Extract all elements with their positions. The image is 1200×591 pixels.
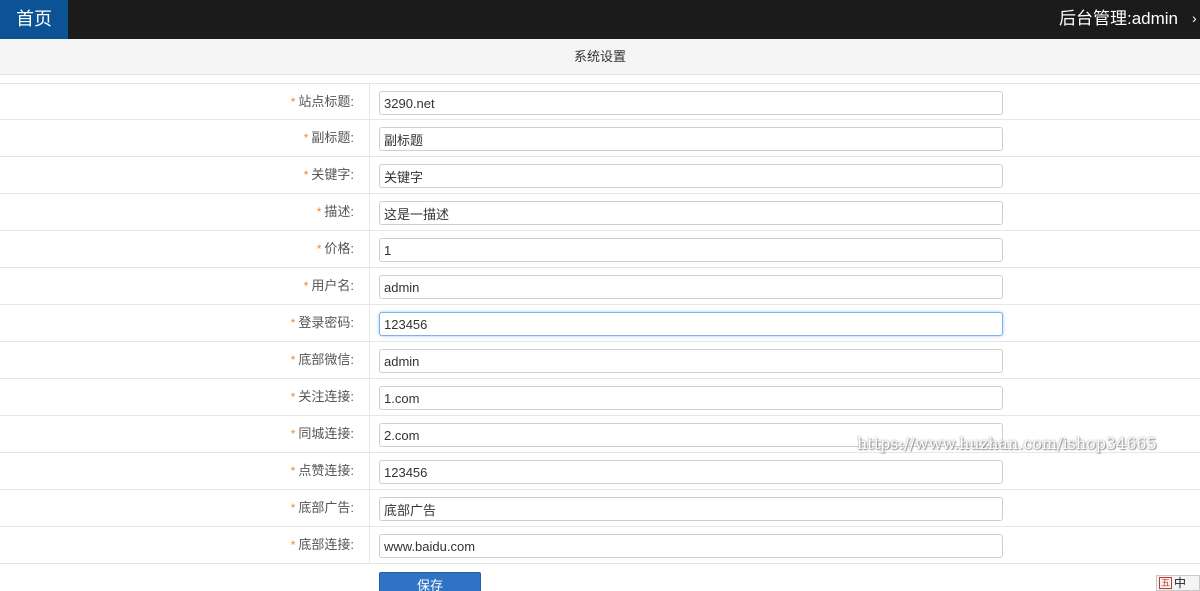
ime-mode-label: 中	[1174, 576, 1187, 590]
form-row-login-password: * 登录密码:	[0, 305, 1200, 342]
field-label-text: 底部广告:	[298, 500, 354, 515]
required-mark: *	[303, 131, 309, 145]
required-mark: *	[290, 316, 296, 330]
home-tab[interactable]: 首页	[0, 0, 68, 39]
field-label-text: 价格:	[324, 241, 354, 256]
field-label-text: 关键字:	[311, 167, 354, 182]
field-label: * 价格:	[317, 231, 354, 267]
form-row-like-link: * 点赞连接:	[0, 453, 1200, 490]
label-cell: * 登录密码:	[0, 305, 370, 341]
field-label-text: 底部微信:	[298, 352, 354, 367]
save-button[interactable]: 保存	[379, 572, 481, 591]
required-mark: *	[290, 390, 296, 404]
required-mark: *	[290, 501, 296, 515]
field-label: * 副标题:	[304, 120, 354, 156]
follow-link-input[interactable]	[379, 386, 1003, 410]
login-password-input[interactable]	[379, 312, 1003, 336]
field-label-text: 副标题:	[311, 130, 354, 145]
label-cell: * 关键字:	[0, 157, 370, 193]
required-mark: *	[316, 205, 322, 219]
label-cell: * 底部广告:	[0, 490, 370, 526]
required-mark: *	[303, 279, 309, 293]
ime-indicator-icon: 五	[1159, 577, 1172, 589]
description-input[interactable]	[379, 201, 1003, 225]
field-label: * 站点标题:	[291, 84, 354, 120]
field-label: * 底部连接:	[291, 527, 354, 563]
label-cell: * 底部微信:	[0, 342, 370, 378]
price-input[interactable]	[379, 238, 1003, 262]
label-cell: * 描述:	[0, 194, 370, 230]
ime-indicator[interactable]: 五中	[1156, 575, 1200, 591]
label-cell: * 关注连接:	[0, 379, 370, 415]
form-row-description: * 描述:	[0, 194, 1200, 231]
field-label: * 描述:	[317, 194, 354, 230]
form-actions: 保存	[0, 566, 1200, 591]
form-row-subtitle: * 副标题:	[0, 120, 1200, 157]
field-label: * 关键字:	[304, 157, 354, 193]
watermark-text: https://www.huzhan.com/ishop34665	[857, 434, 1157, 453]
required-mark: *	[290, 95, 296, 109]
label-cell: * 同城连接:	[0, 416, 370, 452]
label-cell: * 用户名:	[0, 268, 370, 304]
field-label: * 登录密码:	[291, 305, 354, 341]
required-mark: *	[303, 168, 309, 182]
field-label-text: 底部连接:	[298, 537, 354, 552]
required-mark: *	[290, 538, 296, 552]
field-label-text: 关注连接:	[298, 389, 354, 404]
field-label: * 关注连接:	[291, 379, 354, 415]
field-label: * 点赞连接:	[291, 453, 354, 489]
label-cell: * 副标题:	[0, 120, 370, 156]
field-label: * 用户名:	[304, 268, 354, 304]
field-label-text: 点赞连接:	[298, 463, 354, 478]
topbar-edge-glyph: ›	[1192, 10, 1197, 26]
form-row-keywords: * 关键字:	[0, 157, 1200, 194]
footer-link-input[interactable]	[379, 534, 1003, 558]
required-mark: *	[290, 427, 296, 441]
keywords-input[interactable]	[379, 164, 1003, 188]
field-label: * 底部微信:	[291, 342, 354, 378]
field-label-text: 同城连接:	[298, 426, 354, 441]
form-row-username: * 用户名:	[0, 268, 1200, 305]
footer-wechat-input[interactable]	[379, 349, 1003, 373]
required-mark: *	[290, 464, 296, 478]
top-navigation-bar: 首页 后台管理:admin ›	[0, 0, 1200, 39]
form-row-site-title: * 站点标题:	[0, 83, 1200, 120]
field-label-text: 登录密码:	[298, 315, 354, 330]
required-mark: *	[290, 353, 296, 367]
settings-form: *站点标题: *副标题: *关键字: *描述: *价格: *用户名:	[0, 83, 1200, 564]
form-row-footer-link: * 底部连接:	[0, 527, 1200, 564]
form-row-price: * 价格:	[0, 231, 1200, 268]
field-label: * 同城连接:	[291, 416, 354, 452]
site-title-input[interactable]	[379, 91, 1003, 115]
like-link-input[interactable]	[379, 460, 1003, 484]
field-label-text: 站点标题:	[298, 94, 354, 109]
form-row-footer-ad: * 底部广告:	[0, 490, 1200, 527]
field-label: * 底部广告:	[291, 490, 354, 526]
field-label-text: 描述:	[324, 204, 354, 219]
label-cell: * 价格:	[0, 231, 370, 267]
label-cell: * 站点标题:	[0, 84, 370, 120]
section-title: 系统设置	[0, 39, 1200, 75]
form-row-follow-link: * 关注连接:	[0, 379, 1200, 416]
field-label-text: 用户名:	[311, 278, 354, 293]
label-cell: * 点赞连接:	[0, 453, 370, 489]
admin-title: 后台管理:admin	[1058, 9, 1178, 28]
username-input[interactable]	[379, 275, 1003, 299]
required-mark: *	[316, 242, 322, 256]
footer-ad-input[interactable]	[379, 497, 1003, 521]
form-row-footer-wechat: * 底部微信:	[0, 342, 1200, 379]
subtitle-input[interactable]	[379, 127, 1003, 151]
label-cell: * 底部连接:	[0, 527, 370, 563]
